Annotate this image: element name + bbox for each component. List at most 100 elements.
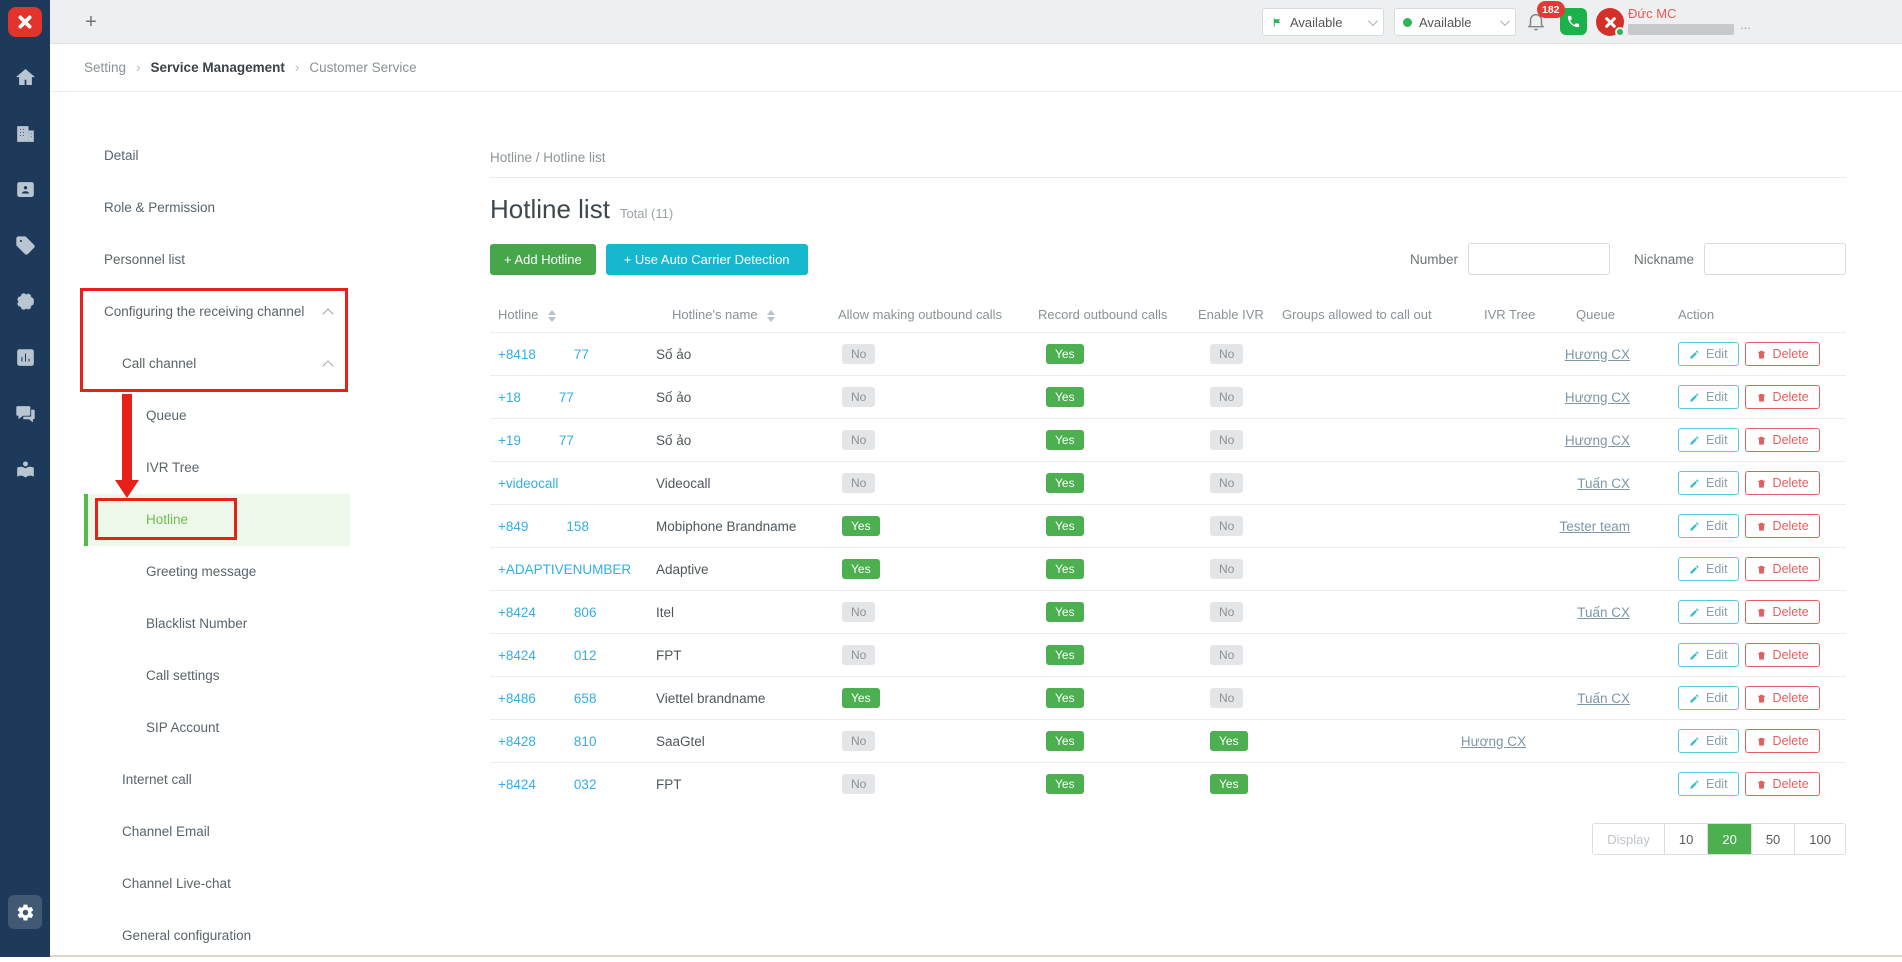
nickname-filter-input[interactable] bbox=[1704, 243, 1846, 275]
column-header-label: Queue bbox=[1576, 307, 1615, 322]
edit-button[interactable]: Edit bbox=[1678, 385, 1739, 409]
menu-item[interactable]: Call settings bbox=[84, 650, 350, 702]
action-cell: Edit Delete bbox=[1640, 376, 1846, 419]
queue-link[interactable]: Hương CX bbox=[1565, 390, 1630, 405]
number-filter-input[interactable] bbox=[1468, 243, 1610, 275]
hotline-number-link[interactable]: +videocall bbox=[498, 476, 558, 491]
new-tab-button[interactable]: + bbox=[78, 9, 104, 35]
company-icon[interactable] bbox=[0, 123, 50, 144]
queue-link[interactable]: Tuấn CX bbox=[1577, 476, 1630, 491]
menu-item[interactable]: IVR Tree bbox=[84, 442, 350, 494]
breadcrumb-item[interactable]: Setting bbox=[84, 60, 126, 75]
menu-item-label: Channel Email bbox=[122, 824, 210, 839]
page-size-option[interactable]: 50 bbox=[1752, 824, 1795, 854]
hotline-number-link[interactable]: +1977 bbox=[498, 433, 574, 448]
target-icon[interactable] bbox=[0, 291, 50, 312]
menu-item[interactable]: Channel Live-chat bbox=[84, 858, 350, 910]
queue-cell: Hương CX bbox=[1536, 419, 1640, 462]
avatar[interactable] bbox=[1596, 8, 1624, 36]
edit-button[interactable]: Edit bbox=[1678, 342, 1739, 366]
menu-item[interactable]: Hotline bbox=[84, 494, 350, 546]
trash-icon bbox=[1756, 736, 1767, 747]
menu-item-label: Queue bbox=[146, 408, 187, 423]
edit-button[interactable]: Edit bbox=[1678, 557, 1739, 581]
knowledge-icon[interactable] bbox=[0, 459, 50, 480]
edit-button[interactable]: Edit bbox=[1678, 428, 1739, 452]
reports-icon[interactable] bbox=[0, 347, 50, 368]
hotline-number-link[interactable]: +ADAPTIVENUMBER bbox=[498, 562, 631, 577]
page-size-option[interactable]: 10 bbox=[1665, 824, 1708, 854]
hotline-number-link[interactable]: +849158 bbox=[498, 519, 589, 534]
edit-button[interactable]: Edit bbox=[1678, 643, 1739, 667]
hotline-number-link[interactable]: +8424806 bbox=[498, 605, 596, 620]
queue-cell: Tuấn CX bbox=[1536, 591, 1640, 634]
menu-item[interactable]: General configuration bbox=[84, 910, 350, 962]
add-hotline-button[interactable]: + Add Hotline bbox=[490, 244, 596, 275]
agent-status-dropdown[interactable]: Available bbox=[1262, 8, 1384, 36]
page-size-option[interactable]: 100 bbox=[1795, 824, 1845, 854]
hotline-number-link[interactable]: +8428810 bbox=[498, 734, 596, 749]
hotline-number-link[interactable]: +8424032 bbox=[498, 777, 596, 792]
delete-button[interactable]: Delete bbox=[1745, 600, 1820, 624]
delete-button[interactable]: Delete bbox=[1745, 557, 1820, 581]
queue-link[interactable]: Hương CX bbox=[1565, 347, 1630, 362]
queue-link[interactable]: Tester team bbox=[1559, 519, 1630, 534]
menu-item[interactable]: Blacklist Number bbox=[84, 598, 350, 650]
menu-item[interactable]: Role & Permission bbox=[84, 182, 350, 234]
menu-item[interactable]: Channel Email bbox=[84, 806, 350, 858]
edit-button[interactable]: Edit bbox=[1678, 514, 1739, 538]
app-logo[interactable] bbox=[8, 7, 42, 37]
menu-item[interactable]: Call channel bbox=[84, 338, 350, 390]
edit-button[interactable]: Edit bbox=[1678, 686, 1739, 710]
queue-link[interactable]: Hương CX bbox=[1565, 433, 1630, 448]
hotline-number-link[interactable]: +841877 bbox=[498, 347, 589, 362]
action-cell: Edit Delete bbox=[1640, 677, 1846, 720]
menu-item[interactable]: Detail bbox=[84, 130, 350, 182]
table-header-row: Hotline Hotline's name Allow making outb… bbox=[490, 297, 1846, 333]
sort-icon bbox=[548, 310, 556, 322]
page-size-option[interactable]: 20 bbox=[1708, 824, 1751, 854]
delete-button[interactable]: Delete bbox=[1745, 686, 1820, 710]
menu-item[interactable]: Greeting message bbox=[84, 546, 350, 598]
edit-button[interactable]: Edit bbox=[1678, 471, 1739, 495]
menu-item[interactable]: Queue bbox=[84, 390, 350, 442]
record-outbound-cell: Yes bbox=[1030, 634, 1190, 677]
settings-icon[interactable] bbox=[8, 895, 42, 929]
home-icon[interactable] bbox=[0, 67, 50, 88]
ivr-tree-link[interactable]: Hương CX bbox=[1461, 734, 1526, 749]
delete-button[interactable]: Delete bbox=[1745, 643, 1820, 667]
menu-item[interactable]: Personnel list bbox=[84, 234, 350, 286]
tag-icon[interactable] bbox=[0, 235, 50, 256]
edit-button[interactable]: Edit bbox=[1678, 772, 1739, 796]
delete-button[interactable]: Delete bbox=[1745, 772, 1820, 796]
column-header[interactable]: Hotline's name bbox=[648, 297, 830, 333]
contacts-icon[interactable] bbox=[0, 179, 50, 200]
delete-button[interactable]: Delete bbox=[1745, 729, 1820, 753]
delete-button[interactable]: Delete bbox=[1745, 514, 1820, 538]
menu-item-label: Configuring the receiving channel bbox=[104, 304, 304, 319]
hotline-number-link[interactable]: +8424012 bbox=[498, 648, 596, 663]
delete-button[interactable]: Delete bbox=[1745, 385, 1820, 409]
edit-button[interactable]: Edit bbox=[1678, 600, 1739, 624]
delete-button[interactable]: Delete bbox=[1745, 342, 1820, 366]
call-status-dropdown[interactable]: Available bbox=[1394, 8, 1516, 36]
hotline-number-link[interactable]: +1877 bbox=[498, 390, 574, 405]
breadcrumb-item[interactable]: Service Management bbox=[151, 60, 285, 75]
menu-item-label: Call channel bbox=[122, 356, 196, 371]
hotline-name-cell: SaaGtel bbox=[648, 720, 830, 763]
delete-button[interactable]: Delete bbox=[1745, 471, 1820, 495]
queue-link[interactable]: Tuấn CX bbox=[1577, 691, 1630, 706]
trash-icon bbox=[1756, 564, 1767, 575]
menu-item[interactable]: Configuring the receiving channel bbox=[84, 286, 350, 338]
chat-icon[interactable] bbox=[0, 403, 50, 424]
groups-cell bbox=[1274, 376, 1444, 419]
menu-item[interactable]: Internet call bbox=[84, 754, 350, 806]
queue-link[interactable]: Tuấn CX bbox=[1577, 605, 1630, 620]
hotline-number-link[interactable]: +8486658 bbox=[498, 691, 596, 706]
delete-button[interactable]: Delete bbox=[1745, 428, 1820, 452]
auto-carrier-detection-button[interactable]: + Use Auto Carrier Detection bbox=[606, 244, 808, 275]
breadcrumb-item[interactable]: Customer Service bbox=[309, 60, 416, 75]
menu-item[interactable]: SIP Account bbox=[84, 702, 350, 754]
edit-button[interactable]: Edit bbox=[1678, 729, 1739, 753]
column-header[interactable]: Hotline bbox=[490, 297, 648, 333]
